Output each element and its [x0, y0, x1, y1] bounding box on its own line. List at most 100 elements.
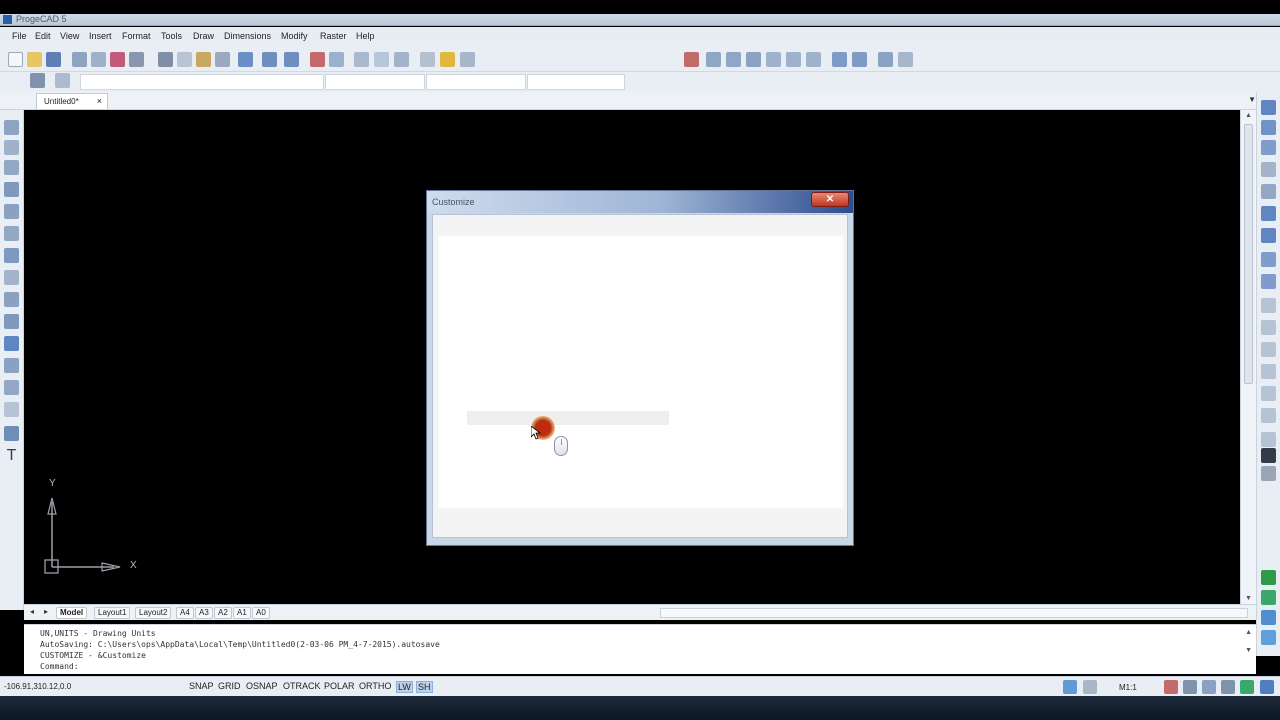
command-window[interactable]: UN,UNITS - Drawing Units AutoSaving: C:\…: [24, 624, 1256, 674]
web-icon[interactable]: [1261, 630, 1276, 645]
open-folder-icon[interactable]: [27, 52, 42, 67]
cmd-scroll-up-icon[interactable]: ▲: [1245, 629, 1252, 636]
move-icon[interactable]: [1261, 206, 1276, 221]
text-icon[interactable]: T: [4, 448, 19, 464]
regen-icon[interactable]: [1240, 680, 1254, 694]
chamfer-icon[interactable]: [1261, 364, 1276, 379]
circle-icon[interactable]: [4, 248, 19, 263]
zoom-realtime-status-icon[interactable]: [1221, 680, 1235, 694]
menu-view[interactable]: View: [60, 31, 79, 41]
lineweight-toggle[interactable]: LW: [396, 681, 413, 693]
zoom-realtime-icon[interactable]: [329, 52, 344, 67]
cmd-scroll-down-icon[interactable]: ▼: [1245, 647, 1252, 654]
pan-icon[interactable]: [310, 52, 325, 67]
layer-dropdown[interactable]: [80, 74, 324, 90]
array-icon[interactable]: [1261, 184, 1276, 199]
menu-file[interactable]: File: [12, 31, 27, 41]
layer-manager-icon[interactable]: [30, 73, 45, 88]
material-icon[interactable]: [1261, 466, 1276, 481]
pan-view-icon[interactable]: [684, 52, 699, 67]
layout-tab-a3[interactable]: A3: [195, 607, 213, 619]
hatch-icon[interactable]: [4, 380, 19, 395]
copy-object-icon[interactable]: [1261, 120, 1276, 135]
menu-format[interactable]: Format: [122, 31, 151, 41]
fullscreen-icon[interactable]: [1260, 680, 1274, 694]
join-icon[interactable]: [1261, 408, 1276, 423]
zoom-extents-icon[interactable]: [394, 52, 409, 67]
zoom-all-icon[interactable]: [746, 52, 761, 67]
plot-icon[interactable]: [129, 52, 144, 67]
spline-icon[interactable]: [4, 292, 19, 307]
layout-tab-layout1[interactable]: Layout1: [94, 607, 131, 619]
dialog-close-button[interactable]: ✕: [811, 192, 849, 207]
zoom-previous-icon[interactable]: [374, 52, 389, 67]
menu-dimensions[interactable]: Dimensions: [224, 31, 271, 41]
make-block-icon[interactable]: [4, 358, 19, 373]
stretch-icon[interactable]: [1261, 274, 1276, 289]
ortho-toggle[interactable]: ORTHO: [359, 681, 391, 691]
menu-help[interactable]: Help: [356, 31, 375, 41]
layout-tab-layout2[interactable]: Layout2: [135, 607, 172, 619]
globe-icon[interactable]: [1261, 610, 1276, 625]
layout-tab-a1[interactable]: A1: [233, 607, 251, 619]
line-icon[interactable]: [4, 120, 19, 135]
zoom-window-status-icon[interactable]: [1202, 680, 1216, 694]
document-tab[interactable]: Untitled0* ×: [36, 93, 108, 109]
new-file-icon[interactable]: [8, 52, 23, 67]
offset-icon[interactable]: [1261, 162, 1276, 177]
publish-icon[interactable]: [110, 52, 125, 67]
tab-list-arrow-icon[interactable]: ▼: [1248, 95, 1256, 104]
zoom-window-icon[interactable]: [354, 52, 369, 67]
scale-readout[interactable]: M1:1: [1119, 683, 1137, 692]
snap-toggle[interactable]: SNAP: [189, 681, 214, 691]
scroll-up-icon[interactable]: ▲: [1245, 112, 1252, 119]
horizontal-scrollbar[interactable]: [660, 608, 1248, 618]
infinite-line-icon[interactable]: [4, 140, 19, 155]
osnap-toggle[interactable]: OSNAP: [246, 681, 278, 691]
otrack-toggle[interactable]: OTRACK: [283, 681, 321, 691]
print-preview-icon[interactable]: [91, 52, 106, 67]
fillet-icon[interactable]: [1261, 386, 1276, 401]
layout-tab-model[interactable]: Model: [56, 607, 88, 619]
zoom-window-2-icon[interactable]: [878, 52, 893, 67]
close-tab-icon[interactable]: ×: [97, 96, 102, 106]
shadow-toggle[interactable]: SH: [416, 681, 433, 693]
print-icon[interactable]: [72, 52, 87, 67]
lineweight-dropdown[interactable]: [527, 74, 625, 90]
arc-icon[interactable]: [4, 226, 19, 241]
zoom-in-icon[interactable]: [706, 52, 721, 67]
break-icon[interactable]: [1261, 342, 1276, 357]
polar-toggle[interactable]: POLAR: [324, 681, 355, 691]
paste-icon[interactable]: [196, 52, 211, 67]
mirror-icon[interactable]: [1261, 140, 1276, 155]
insert-block-icon[interactable]: [4, 336, 19, 351]
next-layout-icon[interactable]: ▸: [44, 607, 48, 616]
scale-icon[interactable]: [1261, 252, 1276, 267]
zoom-plus-icon[interactable]: [832, 52, 847, 67]
copy-icon[interactable]: [177, 52, 192, 67]
lock-icon[interactable]: [1083, 680, 1097, 694]
polygon-icon[interactable]: [4, 182, 19, 197]
redo-icon[interactable]: [284, 52, 299, 67]
trim-icon[interactable]: [1261, 298, 1276, 313]
pan-status-icon[interactable]: [1164, 680, 1178, 694]
table-icon[interactable]: [4, 426, 19, 441]
zoom-out-icon[interactable]: [726, 52, 741, 67]
grid-toggle[interactable]: GRID: [218, 681, 241, 691]
extend-icon[interactable]: [1261, 320, 1276, 335]
polyline-icon[interactable]: [4, 160, 19, 175]
menu-raster[interactable]: Raster: [320, 31, 347, 41]
vertical-scrollbar[interactable]: ▲ ▼: [1240, 110, 1256, 604]
erase-icon[interactable]: [1261, 100, 1276, 115]
ellipse-icon[interactable]: [4, 314, 19, 329]
menu-modify[interactable]: Modify: [281, 31, 308, 41]
undo-icon[interactable]: [262, 52, 277, 67]
design-center-icon[interactable]: [460, 52, 475, 67]
menu-tools[interactable]: Tools: [161, 31, 182, 41]
refresh-icon[interactable]: [1261, 590, 1276, 605]
menu-edit[interactable]: Edit: [35, 31, 51, 41]
color-dropdown[interactable]: [325, 74, 425, 90]
match-properties-icon[interactable]: [215, 52, 230, 67]
zoom-scale-icon[interactable]: [806, 52, 821, 67]
edit-polyline-icon[interactable]: [1261, 432, 1276, 447]
